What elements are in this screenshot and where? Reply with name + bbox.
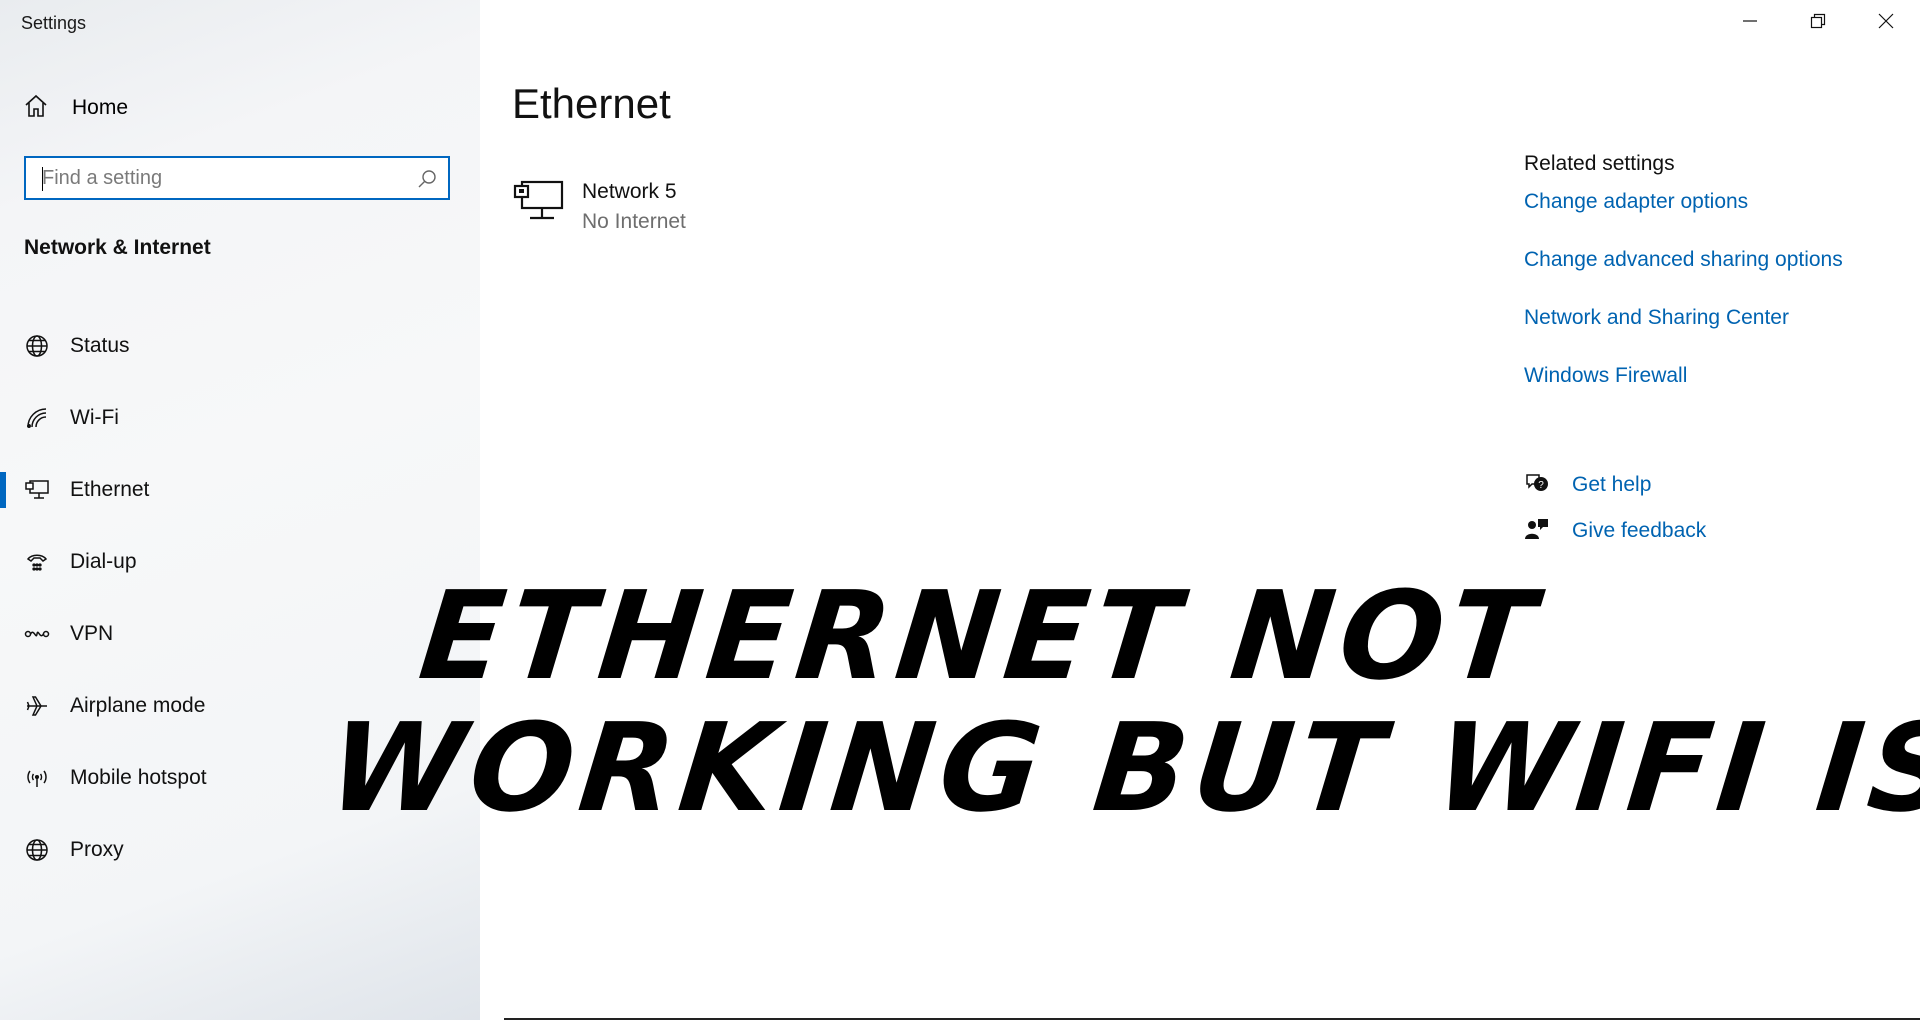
sidebar-item-mobile-hotspot[interactable]: Mobile hotspot xyxy=(0,742,480,814)
change-advanced-sharing-options-link[interactable]: Change advanced sharing options xyxy=(1524,248,1843,306)
sidebar-item-label: Airplane mode xyxy=(70,694,206,717)
search-box[interactable] xyxy=(24,156,450,200)
ethernet-icon xyxy=(24,477,50,503)
get-help-label: Get help xyxy=(1572,473,1652,496)
wifi-icon xyxy=(24,405,50,431)
dialup-icon xyxy=(24,549,50,575)
restore-icon xyxy=(1810,13,1826,34)
vpn-icon xyxy=(24,621,50,647)
sidebar-item-status[interactable]: Status xyxy=(0,310,480,382)
sidebar-item-label: Mobile hotspot xyxy=(70,766,207,789)
overlay-line-2: WORKING BUT WIFI IS xyxy=(322,697,1920,839)
hotspot-icon xyxy=(24,765,50,791)
overlay-caption: ETHERNET NOT WORKING BUT WIFI IS xyxy=(323,565,1920,839)
sidebar-item-label: Dial-up xyxy=(70,550,137,573)
windows-firewall-link[interactable]: Windows Firewall xyxy=(1524,364,1843,422)
settings-window: Settings Home Network & Internet xyxy=(0,0,1920,1020)
search-input[interactable] xyxy=(40,165,404,191)
home-label: Home xyxy=(72,96,129,119)
related-settings: Related settings Change adapter options … xyxy=(1524,152,1843,422)
help-chat-icon: ? xyxy=(1524,471,1550,500)
text-caret xyxy=(42,167,43,191)
page-title: Ethernet xyxy=(512,80,671,127)
overlay-line-1: ETHERNET NOT xyxy=(413,565,1547,707)
feedback-icon xyxy=(1524,517,1550,546)
airplane-icon xyxy=(24,693,50,719)
nav-list: Status Wi-Fi Ethernet Dial-up VPN Airpla… xyxy=(0,310,480,886)
network-tile[interactable]: Network 5 No Internet xyxy=(512,178,686,234)
home-icon xyxy=(24,94,48,123)
network-and-sharing-center-link[interactable]: Network and Sharing Center xyxy=(1524,306,1843,364)
related-settings-heading: Related settings xyxy=(1524,152,1675,175)
svg-text:?: ? xyxy=(1538,480,1544,491)
change-adapter-options-link[interactable]: Change adapter options xyxy=(1524,190,1843,248)
ethernet-network-icon xyxy=(512,178,566,229)
sidebar-item-dialup[interactable]: Dial-up xyxy=(0,526,480,598)
globe-status-icon xyxy=(24,333,50,359)
network-status: No Internet xyxy=(582,210,686,233)
sidebar-item-wifi[interactable]: Wi-Fi xyxy=(0,382,480,454)
sidebar-item-label: Wi-Fi xyxy=(70,406,119,429)
section-title: Network & Internet xyxy=(24,236,211,259)
sidebar-item-ethernet[interactable]: Ethernet xyxy=(0,454,480,526)
close-button[interactable] xyxy=(1852,0,1920,46)
network-name: Network 5 xyxy=(582,180,677,203)
network-text: Network 5 No Internet xyxy=(582,180,686,234)
sidebar: Settings Home Network & Internet xyxy=(0,0,480,1020)
minimize-icon xyxy=(1742,13,1758,34)
app-title: Settings xyxy=(21,13,87,33)
home-link[interactable]: Home xyxy=(24,92,128,124)
sidebar-item-proxy[interactable]: Proxy xyxy=(0,814,480,886)
close-icon xyxy=(1878,13,1894,34)
sidebar-item-vpn[interactable]: VPN xyxy=(0,598,480,670)
sidebar-item-label: VPN xyxy=(70,622,114,645)
globe-icon xyxy=(24,837,50,863)
minimize-button[interactable] xyxy=(1716,0,1784,46)
sidebar-item-label: Ethernet xyxy=(70,478,150,501)
give-feedback-label: Give feedback xyxy=(1572,519,1707,542)
give-feedback-link[interactable]: Give feedback xyxy=(1524,508,1706,554)
sidebar-item-label: Proxy xyxy=(70,838,124,861)
help-list: ? Get help Give feedback xyxy=(1524,462,1706,554)
search-icon[interactable] xyxy=(416,168,438,195)
get-help-link[interactable]: ? Get help xyxy=(1524,462,1706,508)
window-controls xyxy=(1716,0,1920,46)
sidebar-item-label: Status xyxy=(70,334,130,357)
sidebar-item-airplane[interactable]: Airplane mode xyxy=(0,670,480,742)
restore-button[interactable] xyxy=(1784,0,1852,46)
